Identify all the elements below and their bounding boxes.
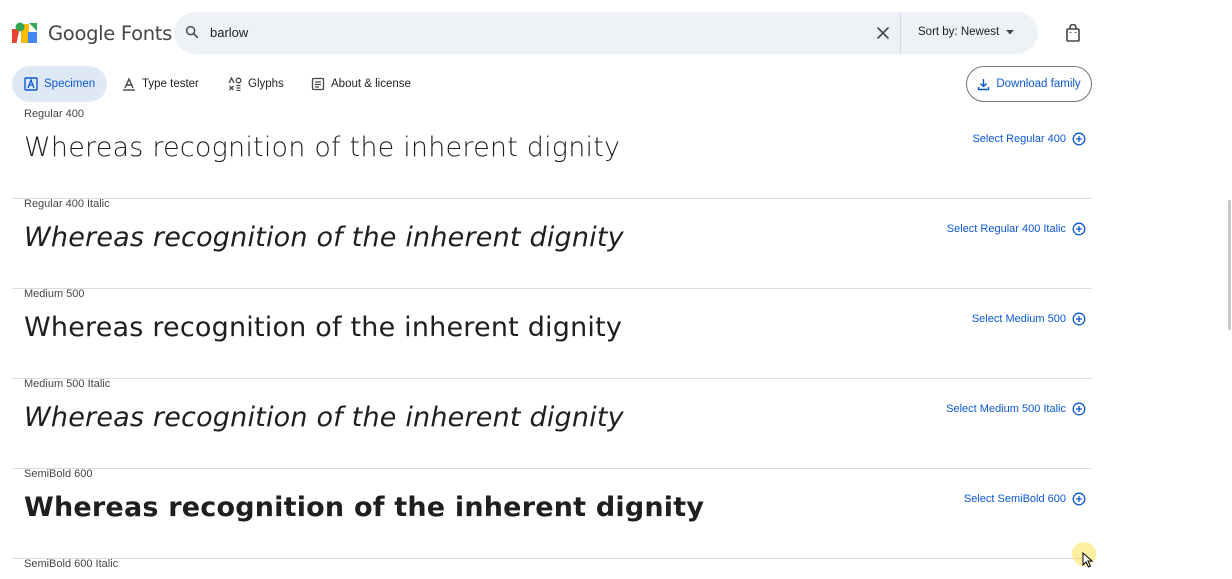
dropdown-arrow-icon xyxy=(1006,30,1015,35)
add-circle-icon xyxy=(1072,312,1086,326)
select-style-button[interactable]: Select Medium 500 xyxy=(972,312,1086,326)
add-circle-icon xyxy=(1072,222,1086,236)
search-input[interactable] xyxy=(210,22,850,42)
close-icon xyxy=(877,27,889,39)
style-row-medium-500: Medium 500 Whereas recognition of the in… xyxy=(12,288,1092,379)
shopping-bag-icon[interactable] xyxy=(1064,24,1082,42)
add-circle-icon xyxy=(1072,492,1086,506)
style-row-semibold-600-italic: SemiBold 600 Italic xyxy=(12,558,1092,579)
about-icon xyxy=(311,77,325,91)
specimen-text[interactable]: Whereas recognition of the inherent dign… xyxy=(24,132,620,163)
brand-name[interactable]: Google Fonts xyxy=(48,22,172,45)
scrollbar[interactable] xyxy=(1228,200,1231,330)
clear-search-button[interactable] xyxy=(872,22,894,44)
glyphs-icon xyxy=(228,77,242,91)
mouse-cursor-icon xyxy=(1082,552,1094,568)
style-label: SemiBold 600 Italic xyxy=(24,558,119,570)
style-row-medium-500-italic: Medium 500 Italic Whereas recognition of… xyxy=(12,378,1092,469)
select-style-button[interactable]: Select Regular 400 Italic xyxy=(947,222,1086,236)
tab-label: About & license xyxy=(331,78,411,90)
style-label: Regular 400 xyxy=(24,108,84,120)
select-label: Select Medium 500 Italic xyxy=(946,403,1066,415)
download-icon xyxy=(978,78,990,90)
google-fonts-logo xyxy=(12,22,37,43)
tab-about-license[interactable]: About & license xyxy=(311,66,411,102)
specimen-text[interactable]: Whereas recognition of the inherent dign… xyxy=(24,402,624,433)
add-circle-icon xyxy=(1072,132,1086,146)
specimen-text[interactable]: Whereas recognition of the inherent dign… xyxy=(24,312,622,343)
tab-label: Type tester xyxy=(142,78,199,90)
style-label: Regular 400 Italic xyxy=(24,198,110,210)
select-label: Select Regular 400 Italic xyxy=(946,223,1066,235)
style-row-regular-400: Regular 400 Whereas recognition of the i… xyxy=(12,108,1092,199)
tab-label: Specimen xyxy=(44,78,96,90)
style-row-regular-400-italic: Regular 400 Italic Whereas recognition o… xyxy=(12,198,1092,289)
select-style-button[interactable]: Select Regular 400 xyxy=(972,132,1086,146)
select-style-button[interactable]: Select SemiBold 600 xyxy=(964,492,1086,506)
tab-glyphs[interactable]: Glyphs xyxy=(228,66,284,102)
style-label: Medium 500 xyxy=(24,288,85,300)
tab-specimen[interactable]: Specimen xyxy=(12,66,108,102)
style-label: SemiBold 600 xyxy=(24,468,93,480)
download-label: Download family xyxy=(996,78,1081,90)
specimen-text[interactable]: Whereas recognition of the inherent dign… xyxy=(24,492,704,523)
style-label: Medium 500 Italic xyxy=(24,378,111,390)
add-circle-icon xyxy=(1072,402,1086,416)
select-label: Select Regular 400 xyxy=(972,133,1066,145)
download-family-button[interactable]: Download family xyxy=(966,66,1092,102)
select-label: Select SemiBold 600 xyxy=(963,493,1066,505)
specimen-icon xyxy=(24,77,38,91)
search-icon xyxy=(185,25,199,39)
tab-label: Glyphs xyxy=(248,78,284,90)
sort-label: Sort by: Newest xyxy=(918,26,1000,38)
tab-type-tester[interactable]: Type tester xyxy=(122,66,199,102)
select-style-button[interactable]: Select Medium 500 Italic xyxy=(946,402,1086,416)
specimen-text[interactable]: Whereas recognition of the inherent dign… xyxy=(24,222,624,253)
type-tester-icon xyxy=(123,77,135,91)
style-row-semibold-600: SemiBold 600 Whereas recognition of the … xyxy=(12,468,1092,559)
select-label: Select Medium 500 xyxy=(971,313,1066,325)
sort-dropdown[interactable]: Sort by: Newest xyxy=(918,26,1015,38)
search-divider xyxy=(900,12,901,54)
